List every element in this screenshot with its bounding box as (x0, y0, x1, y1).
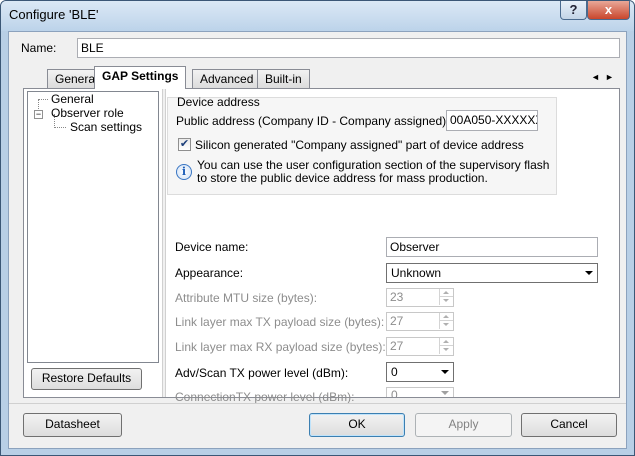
rx-payload-value: 27 (390, 339, 404, 353)
tab-scroll-left-icon[interactable]: ◄ (591, 72, 600, 82)
tree-line (38, 99, 48, 100)
info-icon: i (176, 164, 192, 180)
settings-tree: General − Observer role Scan settings (27, 91, 159, 363)
restore-defaults-button[interactable]: Restore Defaults (31, 368, 142, 390)
silicon-generated-label: Silicon generated "Company assigned" par… (195, 138, 524, 152)
chevron-down-icon (441, 370, 449, 374)
tab-advanced[interactable]: Advanced (192, 69, 262, 88)
ok-button[interactable]: OK (309, 413, 405, 437)
collapse-icon[interactable]: − (34, 110, 43, 119)
tree-line (54, 127, 66, 128)
connection-power-select: 0 (386, 387, 454, 397)
adv-scan-power-label: Adv/Scan TX power level (dBm): (175, 366, 349, 380)
tab-scroll-right-icon[interactable]: ► (605, 72, 614, 82)
info-text-line2: to store the public device address for m… (197, 171, 488, 185)
chevron-down-icon (585, 271, 593, 275)
device-name-input[interactable]: Observer (386, 237, 598, 257)
dialog-body: Name: BLE General GAP Settings Advanced … (8, 31, 627, 449)
name-label: Name: (21, 41, 57, 55)
rx-payload-label: Link layer max RX payload size (bytes): (175, 340, 386, 354)
title-bar[interactable]: Configure 'BLE' ? x (1, 1, 634, 31)
appearance-select[interactable]: Unknown (386, 263, 598, 283)
spin-down-icon[interactable] (439, 346, 453, 354)
configure-dialog: Configure 'BLE' ? x Name: BLE General GA… (0, 0, 635, 456)
apply-button[interactable]: Apply (415, 413, 512, 437)
mtu-label: Attribute MTU size (bytes): (175, 291, 318, 305)
appearance-selected-value: Unknown (391, 266, 442, 280)
public-address-label: Public address (Company ID - Company ass… (176, 114, 450, 128)
tree-item-general[interactable]: General (51, 92, 94, 106)
public-address-input[interactable]: 00A050-XXXXXX (446, 110, 538, 131)
appearance-label: Appearance: (175, 266, 244, 280)
mtu-value: 23 (390, 290, 404, 304)
tree-item-scan-settings[interactable]: Scan settings (70, 120, 142, 134)
connection-power-value: 0 (391, 388, 398, 397)
spin-down-icon[interactable] (439, 321, 453, 329)
spin-up-icon[interactable] (439, 289, 453, 297)
help-button[interactable]: ? (560, 1, 587, 20)
tab-gap-settings[interactable]: GAP Settings (94, 66, 187, 89)
tx-payload-value: 27 (390, 314, 404, 328)
gap-settings-panel: General − Observer role Scan settings Re… (23, 88, 620, 403)
datasheet-button[interactable]: Datasheet (23, 413, 122, 437)
window-title: Configure 'BLE' (9, 7, 99, 22)
spin-up-icon[interactable] (439, 338, 453, 346)
adv-scan-power-select[interactable]: 0 (386, 362, 454, 382)
chevron-down-icon (441, 391, 449, 395)
tx-payload-label: Link layer max TX payload size (bytes): (175, 315, 385, 329)
spin-down-icon[interactable] (439, 297, 453, 305)
splitter[interactable] (162, 89, 166, 397)
tree-item-observer-role[interactable]: Observer role (51, 106, 124, 120)
device-address-group: Device address Public address (Company I… (167, 95, 557, 195)
mtu-stepper[interactable]: 23 (386, 288, 454, 307)
tab-built-in[interactable]: Built-in (257, 69, 310, 88)
cancel-button[interactable]: Cancel (521, 413, 617, 437)
connection-power-label: ConnectionTX power level (dBm): (175, 390, 355, 404)
adv-scan-power-value: 0 (391, 365, 398, 379)
name-input[interactable]: BLE (77, 38, 620, 58)
device-address-group-label: Device address (177, 95, 260, 109)
info-text-line1: You can use the user configuration secti… (197, 158, 550, 172)
rx-payload-stepper[interactable]: 27 (386, 337, 454, 356)
device-name-label: Device name: (175, 240, 249, 254)
tx-payload-stepper[interactable]: 27 (386, 312, 454, 331)
spin-up-icon[interactable] (439, 313, 453, 321)
silicon-generated-checkbox[interactable]: ✔ (178, 138, 191, 151)
close-button[interactable]: x (587, 1, 630, 20)
